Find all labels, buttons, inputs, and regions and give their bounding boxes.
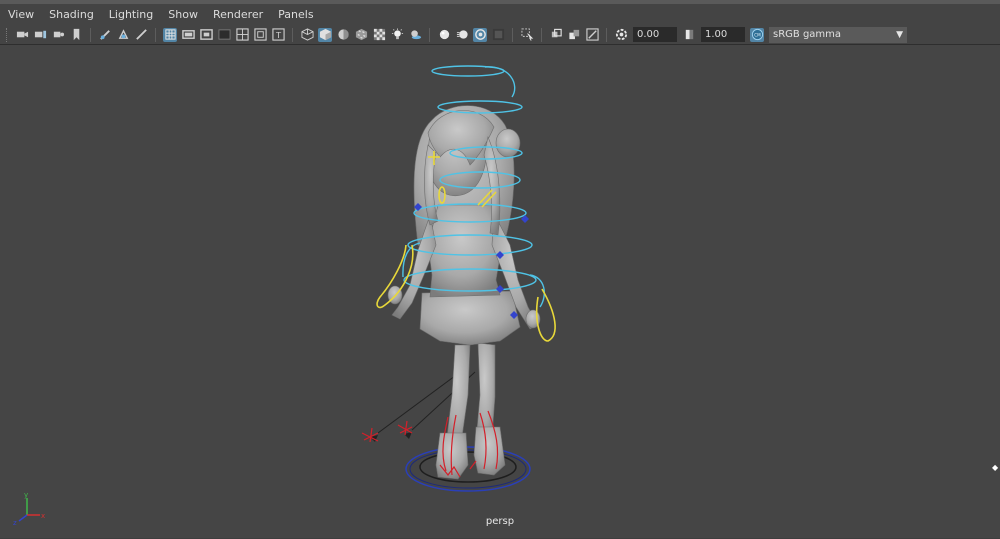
svg-text:T: T [274, 30, 281, 40]
anti-aliasing-icon[interactable] [473, 27, 487, 42]
safe-title-icon[interactable]: T [271, 28, 285, 42]
image-plane-icon[interactable] [69, 28, 83, 42]
mouse-cursor-icon: ◆ [992, 463, 999, 472]
backface-culling-icon[interactable] [585, 28, 599, 42]
svg-text:CM: CM [754, 32, 761, 37]
toolbar-separator [512, 27, 513, 42]
x-ray-joints-icon[interactable] [567, 28, 581, 42]
3d-viewport[interactable]: y x z persp ◆ [0, 44, 1000, 538]
toolbar-grip[interactable] [6, 27, 10, 42]
menu-show[interactable]: Show [160, 5, 205, 25]
color-space-dropdown[interactable]: sRGB gamma ▼ [769, 26, 907, 43]
resolution-gate-icon[interactable] [199, 28, 213, 42]
screen-space-ao-icon[interactable] [437, 28, 451, 42]
menu-lighting[interactable]: Lighting [101, 5, 160, 25]
motion-blur-icon[interactable] [455, 28, 469, 42]
2d-pan-zoom-icon[interactable] [116, 28, 130, 42]
camera-attributes-icon[interactable] [33, 28, 47, 42]
toolbar-separator [155, 27, 156, 42]
viewport-toolbar: T 0.00 1.00 CM sRGB gamma ▼ [0, 25, 1000, 44]
pencil-icon[interactable] [134, 28, 148, 42]
grid-icon[interactable] [163, 27, 177, 42]
menu-shading[interactable]: Shading [41, 5, 101, 25]
viewport-menu-bar: View Shading Lighting Show Renderer Pane… [0, 0, 1000, 25]
exposure-icon[interactable] [614, 28, 628, 42]
toolbar-separator [90, 27, 91, 42]
toolbar-separator [292, 27, 293, 42]
menu-renderer[interactable]: Renderer [205, 5, 270, 25]
grease-pencil-icon[interactable] [98, 28, 112, 42]
depth-of-field-icon[interactable] [491, 28, 505, 42]
lights-icon[interactable] [390, 28, 404, 42]
x-ray-icon[interactable] [549, 28, 563, 42]
safe-action-icon[interactable] [253, 28, 267, 42]
textured-icon[interactable] [354, 28, 368, 42]
gate-mask-icon[interactable] [217, 28, 231, 42]
bookmark-icon[interactable] [51, 28, 65, 42]
isolate-select-icon[interactable] [520, 28, 534, 42]
wireframe-icon[interactable] [300, 28, 314, 42]
toolbar-separator [606, 27, 607, 42]
svg-text:y: y [24, 491, 28, 499]
toolbar-separator [429, 27, 430, 42]
smooth-shade-icon[interactable] [318, 27, 332, 42]
exposure-field[interactable]: 0.00 [633, 27, 677, 42]
menu-panels[interactable]: Panels [270, 5, 320, 25]
flat-shade-icon[interactable] [336, 28, 350, 42]
film-gate-icon[interactable] [181, 28, 195, 42]
chevron-down-icon: ▼ [896, 29, 903, 40]
character-model[interactable] [387, 105, 541, 480]
shadows-icon[interactable] [408, 28, 422, 42]
gamma-icon[interactable] [682, 28, 696, 42]
checker-icon[interactable] [372, 28, 386, 42]
gamma-field[interactable]: 1.00 [701, 27, 745, 42]
camera-name-label: persp [485, 516, 515, 527]
viewport-scene: y x z [13, 65, 556, 527]
foot-ground-rings[interactable] [405, 446, 531, 492]
field-chart-icon[interactable] [235, 28, 249, 42]
toolbar-separator [541, 27, 542, 42]
color-space-value: sRGB gamma [773, 29, 842, 40]
camera-icon[interactable] [15, 28, 29, 42]
color-management-icon[interactable]: CM [750, 27, 764, 42]
menu-view[interactable]: View [0, 5, 41, 25]
